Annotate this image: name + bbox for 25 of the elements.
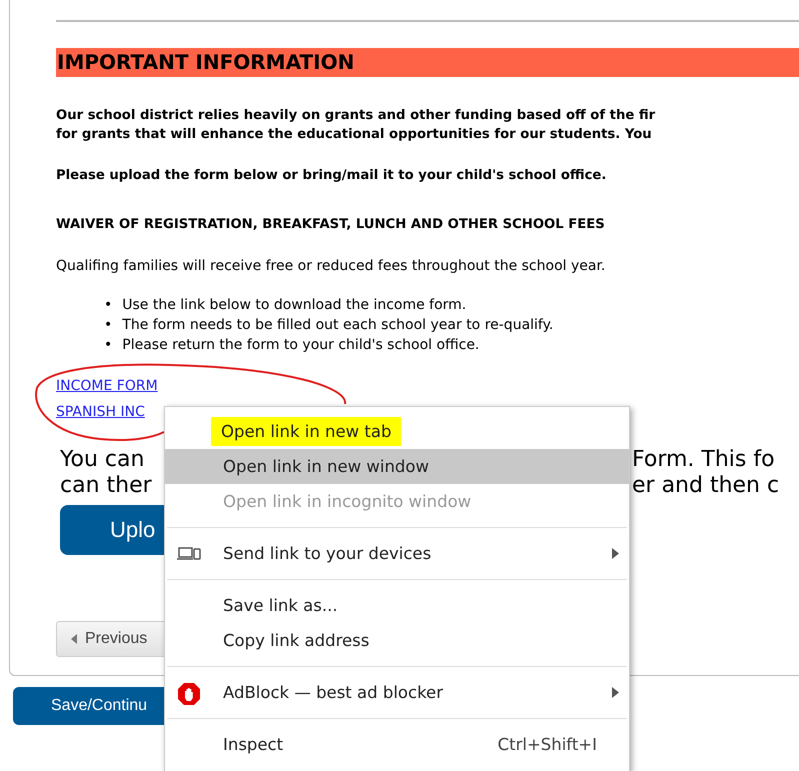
waiver-heading: WAIVER OF REGISTRATION, BREAKFAST, LUNCH AND OTHER SCHOOL FEES (56, 216, 606, 234)
shortcut-text: Ctrl+Shift+I (498, 735, 597, 754)
bullet-marker: • (104, 336, 112, 355)
intro-text: for grants that will enhance the educational opportunities for our students. You (56, 126, 653, 144)
instruction-text: can ther (60, 473, 152, 498)
waiver-text: Qualifing families will receive free or reduced fees throughout the school year. (56, 257, 606, 276)
left-triangle-icon (71, 634, 77, 644)
bullet-marker: • (104, 316, 112, 335)
menu-item[interactable]: Inspect Ctrl+Shift+I (165, 727, 629, 762)
bullet-text: Please return the form to your child's school office. (122, 336, 480, 355)
form-link[interactable]: INCOME FORM (56, 378, 158, 395)
bullet-marker: • (104, 296, 112, 315)
stop-hand-icon (177, 682, 201, 706)
menu-item[interactable]: Save link as... (165, 588, 629, 623)
instruction-text: Form. This fo (632, 447, 775, 473)
form-link[interactable]: SPANISH INC (56, 404, 145, 421)
menu-item[interactable]: Open link in new tab (165, 414, 629, 449)
upload-note: Please upload the form below or bring/mail it to your child's school office. (56, 167, 608, 185)
menu-item[interactable]: Open link in new window (165, 449, 629, 484)
intro-text: Our school district relies heavily on grants and other funding based off of the fir (56, 107, 656, 125)
bullet-text: The form needs to be filled out each school year to re-qualify. (122, 316, 554, 335)
instruction-text: You can (60, 447, 144, 472)
bullet-text: Use the link below to download the income form. (122, 296, 466, 315)
instruction-text: er and then c (632, 473, 780, 499)
section-heading: IMPORTANT INFORMATION (56, 48, 799, 77)
